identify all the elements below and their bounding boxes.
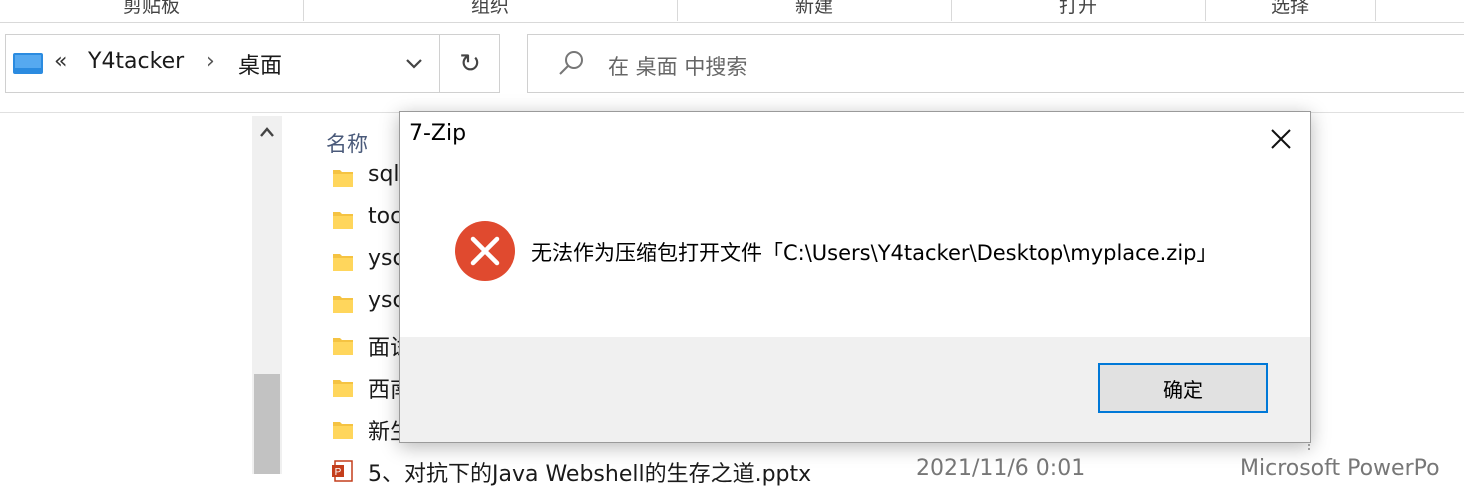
svg-text:P: P [335,467,342,478]
desktop-icon [13,53,43,74]
search-icon [559,51,583,75]
ribbon-group-clipboard: 剪贴板 [0,0,304,21]
folder-icon [333,212,353,229]
breadcrumb-user[interactable]: Y4tacker [88,49,184,74]
list-item[interactable]: P 5、对抗下的Java Webshell的生存之道.pptx 2021/11/… [330,454,1464,494]
folder-icon [333,380,353,397]
file-name: toc [368,204,403,229]
dialog-title: 7-Zip [409,121,467,146]
column-header-name[interactable]: 名称 [326,128,368,158]
search-placeholder[interactable]: 在 桌面 中搜索 [608,51,747,81]
chevron-up-icon[interactable] [252,122,282,143]
navigation-scrollbar[interactable] [252,116,282,474]
ok-button[interactable]: 确定 [1098,363,1268,413]
address-bar[interactable]: « Y4tacker › 桌面 ↻ [5,34,500,93]
folder-icon [333,254,353,271]
folder-icon [333,296,353,313]
address-history-dropdown[interactable] [389,35,440,92]
file-date: 2021/11/6 0:01 [916,456,1086,481]
dialog-footer: 确定 [400,337,1310,442]
folder-icon [333,170,353,187]
folder-icon [333,422,353,439]
ribbon-group-open: 打开 [951,0,1206,21]
error-message: 无法作为压缩包打开文件「C:\Users\Y4tacker\Desktop\my… [531,241,1218,265]
file-name: sql [368,162,400,187]
file-type: Microsoft PowerPo [1240,456,1440,481]
scrollbar-thumb[interactable] [254,374,280,474]
ribbon-group-bar: 剪贴板 组织 新建 打开 选择 [0,0,1464,23]
error-icon [455,221,515,281]
error-dialog: 7-Zip 无法作为压缩包打开文件「C:\Users\Y4tacker\Desk… [399,111,1311,443]
file-name: 5、对抗下的Java Webshell的生存之道.pptx [368,462,812,487]
search-box[interactable]: 在 桌面 中搜索 [527,34,1464,93]
breadcrumb-separator[interactable]: › [206,49,215,74]
folder-icon [333,338,353,355]
close-icon [1271,129,1291,149]
ribbon-group-organize: 组织 [303,0,678,21]
refresh-icon: ↻ [459,48,481,79]
ribbon-group-select: 选择 [1205,0,1376,21]
powerpoint-icon: P [332,460,353,482]
ribbon-group-new: 新建 [677,0,952,21]
refresh-button[interactable]: ↻ [440,35,500,92]
breadcrumb-desktop[interactable]: 桌面 [238,48,282,80]
chevron-down-icon [406,58,422,69]
close-button[interactable] [1260,118,1302,160]
breadcrumb-overflow-button[interactable]: « [54,49,67,74]
